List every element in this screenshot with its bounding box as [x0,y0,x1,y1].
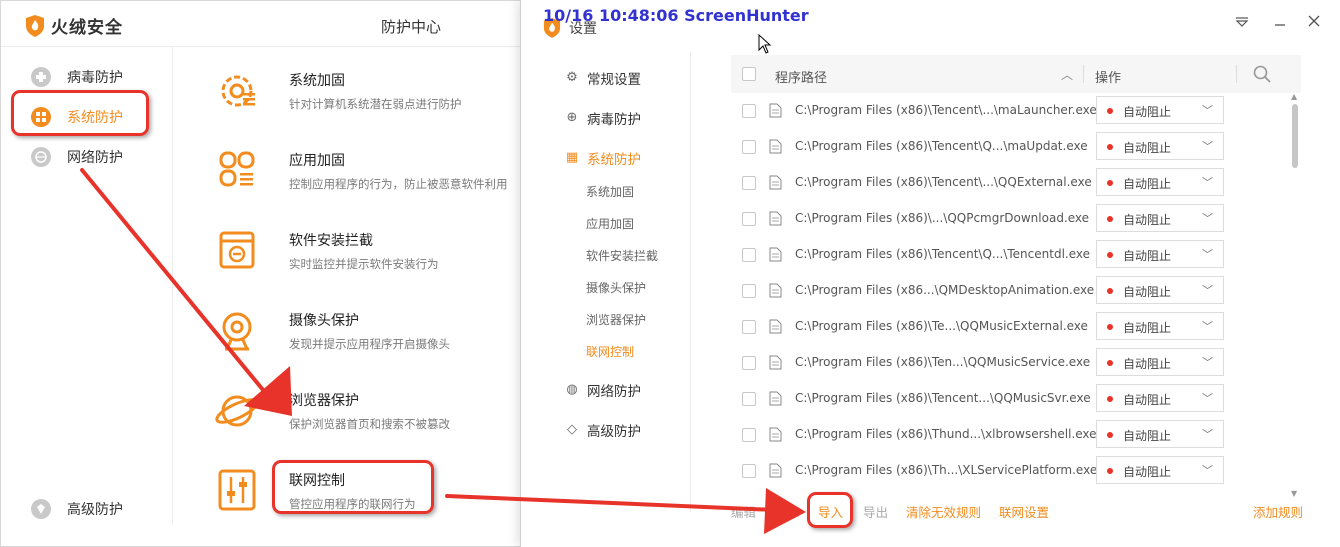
arrow-line [445,494,778,512]
arrow-line [80,168,270,398]
arrow-head [764,488,806,534]
mouse-cursor-icon [758,34,772,54]
annotation-arrows [80,168,806,534]
screenhunter-watermark: 10/16 10:48:06 ScreenHunter [543,6,809,25]
